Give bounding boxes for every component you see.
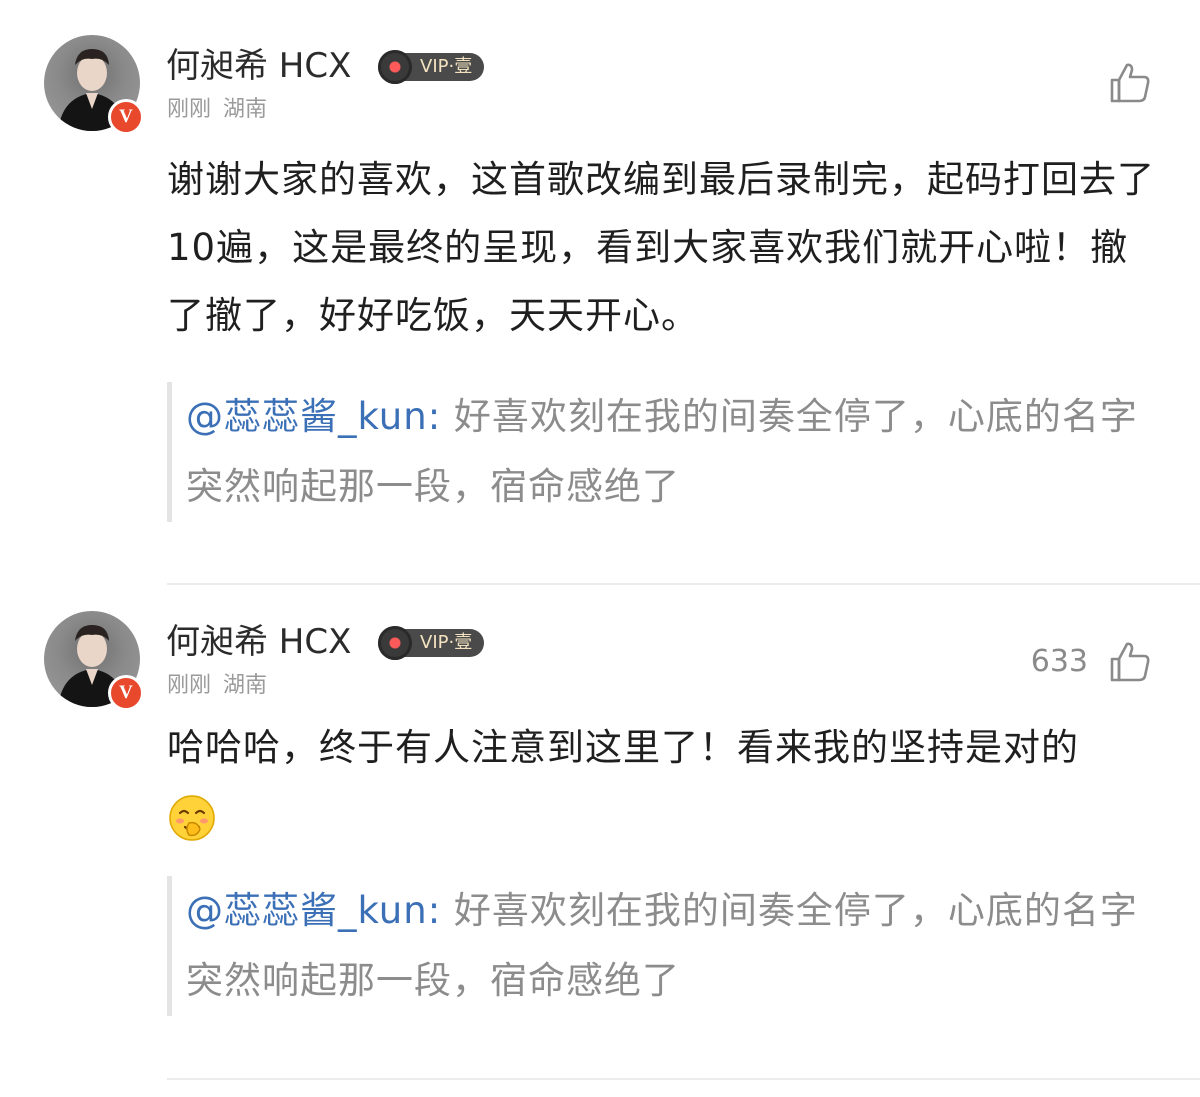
verified-badge: V xyxy=(108,675,144,711)
like-button[interactable] xyxy=(1088,58,1154,108)
comment-text: 谢谢大家的喜欢，这首歌改编到最后录制完，起码打回去了10遍，这是最终的呈现，看到… xyxy=(167,158,1155,337)
vinyl-disc-icon xyxy=(378,50,412,84)
vip-badge[interactable]: VIP·壹 xyxy=(378,50,485,84)
shy-laugh-emoji-icon xyxy=(169,794,215,841)
comment-meta: 刚刚 湖南 xyxy=(167,672,267,700)
comment-location: 湖南 xyxy=(223,673,268,698)
username[interactable]: 何昶希 HCX xyxy=(166,622,351,662)
mention-link[interactable]: @蕊蕊酱_kun: xyxy=(186,395,441,438)
verified-badge: V xyxy=(108,99,144,135)
vip-label: VIP·壹 xyxy=(404,53,485,81)
comment-text: 哈哈哈，终于有人注意到这里了！看来我的坚持是对的 xyxy=(167,714,1157,850)
comment-item: V 何昶希 HCX VIP·壹 刚刚 湖南 633 哈哈哈，终于有人注意到这里了！… xyxy=(0,585,1200,1085)
comment-meta: 刚刚 湖南 xyxy=(167,96,267,124)
quoted-reply: @蕊蕊酱_kun: 好喜欢刻在我的间奏全停了，心底的名字突然响起那一段，宿命感绝… xyxy=(167,876,1167,1016)
comment-item: V 何昶希 HCX VIP·壹 刚刚 湖南 谢谢大家的喜欢，这首歌改编到最后录制完… xyxy=(0,0,1200,585)
like-count: 633 xyxy=(1030,644,1088,679)
comment-location: 湖南 xyxy=(223,97,268,122)
username[interactable]: 何昶希 HCX xyxy=(166,46,351,86)
thumbs-up-icon xyxy=(1110,642,1150,682)
comment-text-content: 哈哈哈，终于有人注意到这里了！看来我的坚持是对的 xyxy=(167,726,1079,769)
vip-badge[interactable]: VIP·壹 xyxy=(378,626,485,660)
comment-time: 刚刚 xyxy=(167,97,212,122)
comment-time: 刚刚 xyxy=(167,673,212,698)
like-button[interactable]: 633 xyxy=(1031,637,1154,687)
thumbs-up-icon xyxy=(1110,63,1150,103)
mention-link[interactable]: @蕊蕊酱_kun: xyxy=(186,889,441,932)
vinyl-disc-icon xyxy=(378,626,412,660)
quoted-reply: @蕊蕊酱_kun: 好喜欢刻在我的间奏全停了，心底的名字突然响起那一段，宿命感绝… xyxy=(167,382,1167,522)
divider xyxy=(167,1078,1200,1080)
vip-label: VIP·壹 xyxy=(404,629,485,657)
